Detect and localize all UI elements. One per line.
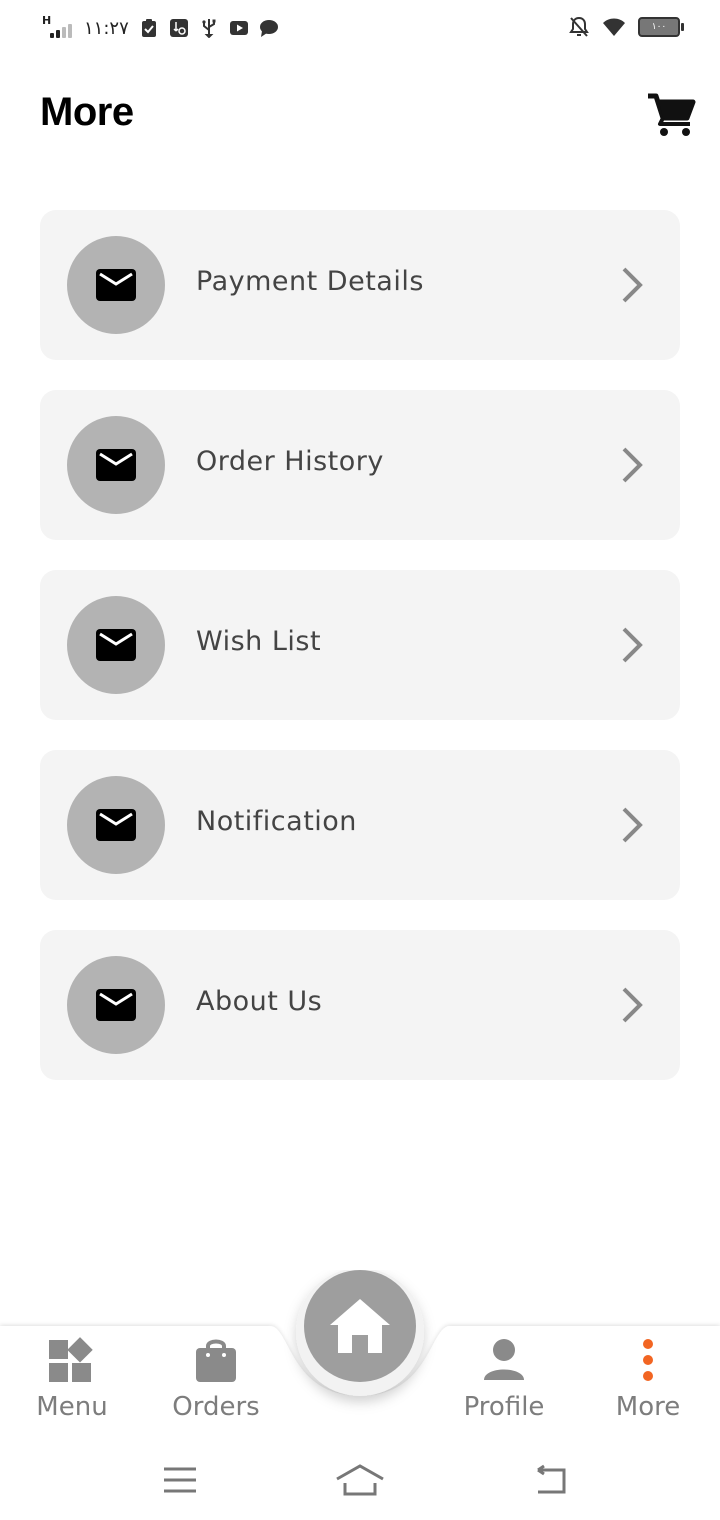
bottom-nav: Menu Orders Profile More bbox=[0, 1270, 720, 1450]
back-button[interactable] bbox=[518, 1458, 578, 1502]
usb-icon bbox=[202, 19, 216, 38]
menu-item-label: Order History bbox=[196, 446, 384, 477]
home-button[interactable] bbox=[304, 1270, 416, 1382]
network-type: H bbox=[42, 14, 52, 27]
chevron-right-icon bbox=[622, 627, 643, 663]
menu-item-about-us[interactable]: About Us bbox=[40, 930, 680, 1080]
status-left: H ١١:٢٧ bbox=[42, 14, 279, 40]
menu-lines-icon bbox=[164, 1467, 196, 1493]
chevron-right-icon bbox=[622, 807, 643, 843]
item-icon-circle bbox=[67, 416, 165, 514]
menu-item-label: Payment Details bbox=[196, 266, 424, 297]
mail-icon bbox=[96, 809, 136, 841]
home-outline-icon bbox=[336, 1464, 384, 1496]
menu-list: Payment Details Order History Wish List … bbox=[40, 210, 680, 1110]
signal-icon: H bbox=[42, 14, 74, 40]
more-screen: H ١١:٢٧ ١٠٠ More Payment Details Order H… bbox=[0, 0, 720, 1520]
nav-item-orders[interactable]: Orders bbox=[156, 1336, 276, 1436]
nav-item-profile[interactable]: Profile bbox=[444, 1336, 564, 1436]
menu-item-label: Notification bbox=[196, 806, 357, 837]
status-right: ١٠٠ bbox=[568, 16, 684, 38]
status-time: ١١:٢٧ bbox=[84, 17, 129, 39]
battery-icon: ١٠٠ bbox=[638, 17, 684, 37]
mail-icon bbox=[96, 449, 136, 481]
nav-label-menu: Menu bbox=[36, 1392, 108, 1422]
home-icon bbox=[330, 1299, 390, 1353]
nav-label-profile: Profile bbox=[463, 1392, 545, 1422]
mail-icon bbox=[96, 989, 136, 1021]
nav-label-more: More bbox=[615, 1392, 681, 1422]
mail-icon bbox=[96, 269, 136, 301]
clipboard-check-icon bbox=[141, 19, 156, 37]
cart-button[interactable] bbox=[646, 90, 696, 140]
item-icon-circle bbox=[67, 956, 165, 1054]
nav-item-more[interactable]: More bbox=[588, 1336, 708, 1436]
item-icon-circle bbox=[67, 236, 165, 334]
page-title: More bbox=[40, 90, 134, 134]
grid-icon bbox=[49, 1337, 93, 1382]
system-home-button[interactable] bbox=[330, 1458, 390, 1502]
mail-icon bbox=[96, 629, 136, 661]
back-arrow-icon bbox=[537, 1464, 566, 1494]
battery-level: ١٠٠ bbox=[651, 22, 667, 32]
menu-item-wish-list[interactable]: Wish List bbox=[40, 570, 680, 720]
wifi-icon bbox=[603, 18, 625, 36]
chevron-right-icon bbox=[622, 987, 643, 1023]
chevron-right-icon bbox=[622, 267, 643, 303]
chat-bubble-icon bbox=[259, 20, 278, 37]
status-bar: H ١١:٢٧ ١٠٠ bbox=[0, 0, 720, 58]
more-vertical-icon bbox=[643, 1339, 653, 1381]
menu-item-payment-details[interactable]: Payment Details bbox=[40, 210, 680, 360]
person-icon bbox=[484, 1339, 524, 1380]
youtube-icon bbox=[229, 21, 248, 35]
cart-icon bbox=[648, 93, 696, 136]
notifications-off-icon bbox=[569, 16, 589, 37]
menu-item-label: About Us bbox=[196, 986, 323, 1017]
menu-item-label: Wish List bbox=[196, 626, 322, 657]
recents-button[interactable] bbox=[150, 1458, 210, 1502]
nav-label-orders: Orders bbox=[172, 1392, 260, 1422]
shopping-bag-icon bbox=[196, 1339, 236, 1382]
system-nav-bar bbox=[0, 1450, 720, 1520]
nav-item-menu[interactable]: Menu bbox=[12, 1336, 132, 1436]
menu-item-order-history[interactable]: Order History bbox=[40, 390, 680, 540]
item-icon-circle bbox=[67, 776, 165, 874]
chevron-right-icon bbox=[622, 447, 643, 483]
item-icon-circle bbox=[67, 596, 165, 694]
menu-item-notification[interactable]: Notification bbox=[40, 750, 680, 900]
usb-settings-icon bbox=[169, 19, 188, 37]
